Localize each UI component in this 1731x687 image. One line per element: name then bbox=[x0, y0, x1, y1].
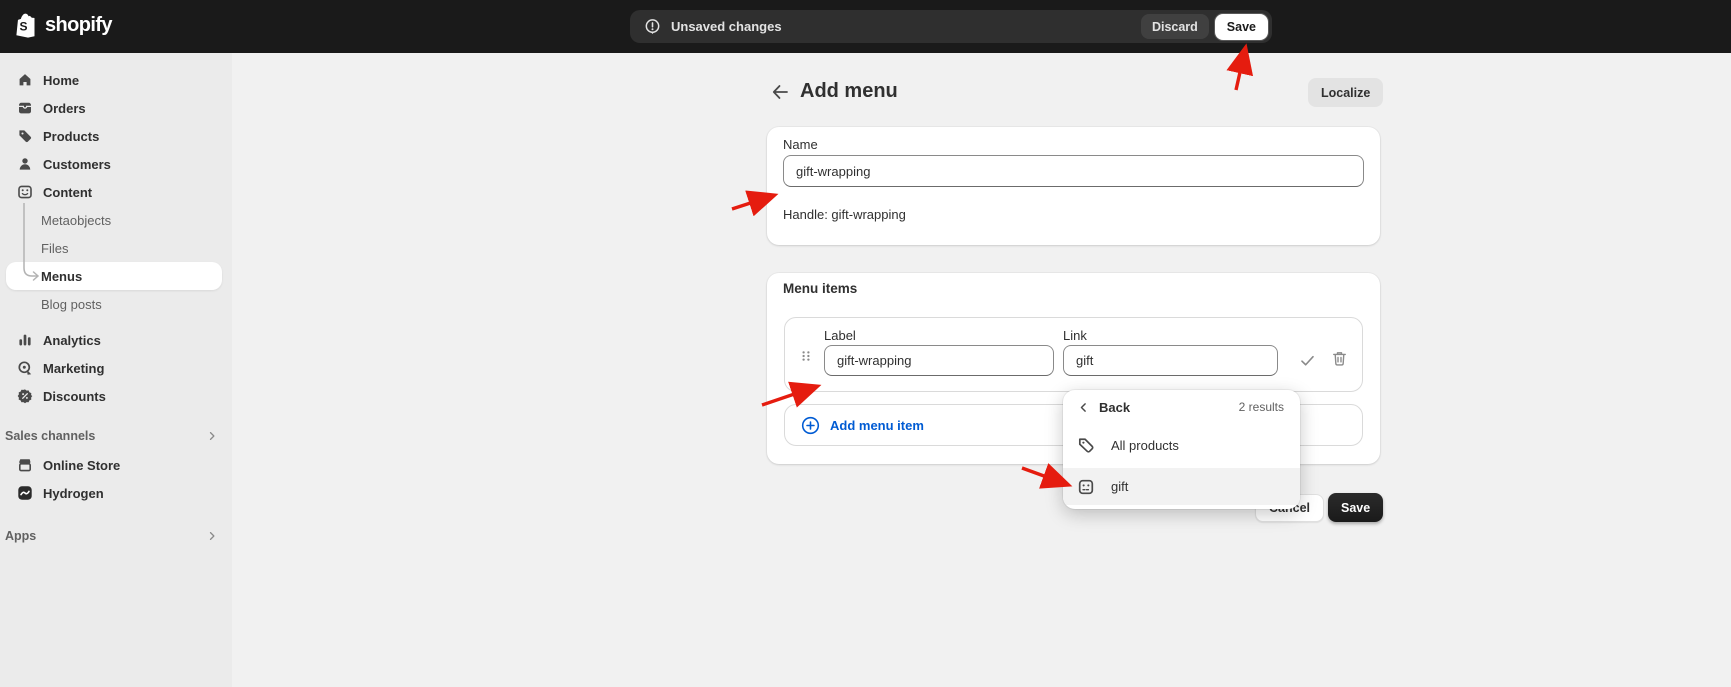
sidebar-item-label: Online Store bbox=[43, 458, 120, 473]
menu-items-title: Menu items bbox=[783, 281, 857, 296]
chevron-right-icon bbox=[206, 530, 218, 542]
shopify-logo[interactable]: S shopify bbox=[14, 12, 112, 39]
sidebar-item-products[interactable]: Products bbox=[8, 122, 222, 150]
popup-item-label: gift bbox=[1111, 479, 1128, 494]
discard-button[interactable]: Discard bbox=[1141, 14, 1209, 39]
annotation-arrow-name-input bbox=[732, 196, 772, 209]
tag-icon bbox=[17, 128, 33, 144]
shopify-admin-add-menu-page: { "topbar": { "brand": "shopify", "unsav… bbox=[0, 0, 1731, 687]
link-picker-popup: Back 2 results All products gift bbox=[1063, 390, 1300, 509]
sidebar-item-label: Hydrogen bbox=[43, 486, 104, 501]
sidebar-item-label: Orders bbox=[43, 101, 86, 116]
add-menu-item-label: Add menu item bbox=[830, 418, 924, 433]
drag-handle-icon[interactable] bbox=[798, 348, 814, 364]
sidebar-item-label: Content bbox=[43, 185, 92, 200]
sidebar-section-sales-channels[interactable]: Sales channels bbox=[0, 423, 232, 449]
popup-item-label: All products bbox=[1111, 438, 1179, 453]
storefront-icon bbox=[17, 457, 33, 473]
topbar-save-button[interactable]: Save bbox=[1215, 14, 1268, 40]
content-icon bbox=[17, 184, 33, 200]
name-input[interactable] bbox=[783, 155, 1364, 187]
sidebar-item-label: Customers bbox=[43, 157, 111, 172]
page-title: Add menu bbox=[800, 80, 898, 103]
sidebar-section-apps[interactable]: Apps bbox=[0, 523, 232, 549]
localize-button[interactable]: Localize bbox=[1308, 78, 1383, 107]
sidebar-item-label: Discounts bbox=[43, 389, 106, 404]
sidebar-nav: Home Orders Products Customers Content M… bbox=[0, 53, 232, 687]
sidebar-subitem-label: Metaobjects bbox=[41, 213, 111, 228]
analytics-icon bbox=[17, 332, 33, 348]
sidebar-item-label: Home bbox=[43, 73, 79, 88]
hydrogen-icon bbox=[17, 485, 33, 501]
shopify-bag-icon: S bbox=[14, 12, 38, 39]
plus-circle-icon bbox=[801, 416, 820, 435]
sidebar-item-label: Analytics bbox=[43, 333, 101, 348]
sidebar-item-analytics[interactable]: Analytics bbox=[8, 326, 222, 354]
chevron-left-icon bbox=[1077, 401, 1090, 414]
customers-icon bbox=[17, 156, 33, 172]
name-field-label: Name bbox=[783, 137, 818, 152]
popup-back-button[interactable]: Back 2 results bbox=[1063, 390, 1300, 424]
sidebar-item-hydrogen[interactable]: Hydrogen bbox=[8, 479, 222, 507]
sidebar-item-label: Products bbox=[43, 129, 99, 144]
svg-text:S: S bbox=[19, 20, 27, 34]
popup-results-count: 2 results bbox=[1239, 400, 1284, 414]
handle-text: Handle: gift-wrapping bbox=[783, 207, 906, 222]
name-card: Name Handle: gift-wrapping bbox=[767, 127, 1380, 245]
sidebar-item-menus[interactable]: Menus bbox=[6, 262, 222, 290]
popup-item-gift[interactable]: gift bbox=[1063, 468, 1300, 505]
popup-item-all-products[interactable]: All products bbox=[1063, 426, 1300, 464]
link-input[interactable] bbox=[1063, 345, 1278, 376]
sidebar-item-label: Marketing bbox=[43, 361, 104, 376]
home-icon bbox=[17, 72, 33, 88]
unsaved-changes-bar: Unsaved changes Discard Save bbox=[630, 10, 1272, 43]
confirm-check-icon[interactable] bbox=[1299, 352, 1316, 369]
shopify-wordmark: shopify bbox=[45, 14, 112, 37]
sidebar-subitem-label: Menus bbox=[41, 269, 82, 284]
orders-icon bbox=[17, 100, 33, 116]
top-bar: S shopify Unsaved changes Discard Save bbox=[0, 0, 1731, 53]
sidebar-item-customers[interactable]: Customers bbox=[8, 150, 222, 178]
delete-trash-icon[interactable] bbox=[1331, 350, 1348, 367]
alert-icon bbox=[644, 18, 661, 35]
chevron-right-icon bbox=[206, 430, 218, 442]
menu-item-row: Label Link bbox=[784, 317, 1363, 392]
collection-icon bbox=[1077, 478, 1095, 496]
sales-channels-header-label: Sales channels bbox=[5, 429, 95, 443]
annotation-arrow-save bbox=[1236, 50, 1245, 90]
marketing-icon bbox=[17, 360, 33, 376]
sidebar-item-online-store[interactable]: Online Store bbox=[8, 451, 222, 479]
label-input[interactable] bbox=[824, 345, 1054, 376]
back-arrow-icon bbox=[770, 82, 790, 102]
sidebar-subitem-label: Files bbox=[41, 241, 68, 256]
discounts-icon bbox=[17, 388, 33, 404]
sidebar-item-home[interactable]: Home bbox=[8, 66, 222, 94]
sidebar-item-discounts[interactable]: Discounts bbox=[8, 382, 222, 410]
sidebar-item-orders[interactable]: Orders bbox=[8, 94, 222, 122]
footer-save-button[interactable]: Save bbox=[1328, 493, 1383, 522]
sidebar-item-marketing[interactable]: Marketing bbox=[8, 354, 222, 382]
sidebar-item-content[interactable]: Content bbox=[8, 178, 222, 206]
popup-back-label: Back bbox=[1099, 400, 1130, 415]
tag-outline-icon bbox=[1077, 436, 1095, 454]
apps-header-label: Apps bbox=[5, 529, 36, 543]
sidebar-item-files[interactable]: Files bbox=[8, 234, 222, 262]
sidebar-item-blog-posts[interactable]: Blog posts bbox=[8, 290, 222, 318]
label-field-label: Label bbox=[824, 328, 856, 343]
back-button[interactable] bbox=[770, 82, 790, 102]
annotation-arrow-gift-item bbox=[1022, 468, 1066, 484]
sidebar-subitem-label: Blog posts bbox=[41, 297, 102, 312]
link-field-label: Link bbox=[1063, 328, 1087, 343]
unsaved-changes-label: Unsaved changes bbox=[671, 19, 782, 34]
sidebar-item-metaobjects[interactable]: Metaobjects bbox=[8, 206, 222, 234]
